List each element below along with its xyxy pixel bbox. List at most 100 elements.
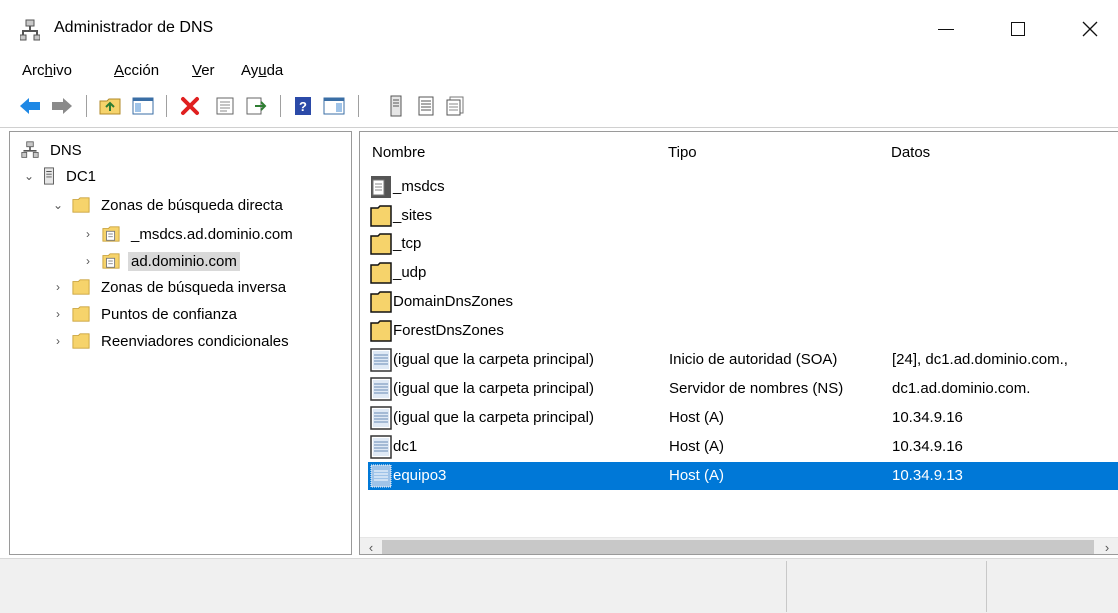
folder-icon: [370, 205, 392, 227]
content-divider: [0, 127, 1118, 128]
row-name: equipo3: [393, 467, 447, 484]
tree-label-zone-ad: ad.dominio.com: [128, 251, 240, 271]
folder-up-icon: [99, 98, 121, 115]
minimize-button[interactable]: [918, 0, 974, 58]
row-name: _tcp: [393, 235, 422, 252]
record-icon: [370, 406, 392, 430]
collapsed-chevron-icon[interactable]: ›: [80, 253, 96, 269]
column-header-type[interactable]: Tipo: [668, 144, 697, 161]
title-bar: Administrador de DNS: [0, 0, 1118, 58]
collapsed-chevron-icon[interactable]: ›: [50, 306, 66, 322]
collapsed-chevron-icon[interactable]: ›: [50, 333, 66, 349]
zone-button[interactable]: [443, 94, 467, 118]
record-icon: [370, 435, 392, 459]
tree-node-dc1[interactable]: ⌄ DC1: [21, 164, 99, 188]
tree-label-trust-points: Puntos de confianza: [101, 305, 237, 323]
record-list-icon: [418, 96, 434, 116]
row-data: [24], dc1.ad.dominio.com.,: [892, 351, 1068, 368]
folder-icon: [370, 320, 392, 342]
record-button[interactable]: [414, 94, 438, 118]
minimize-icon: [938, 28, 954, 30]
row-name: _sites: [393, 207, 433, 224]
list-row[interactable]: _msdcs: [368, 173, 1118, 201]
menu-archivo-text-1: Arc: [22, 62, 45, 79]
list-row[interactable]: _sites: [368, 202, 1118, 230]
folder-icon: [370, 262, 392, 284]
menu-bar: Archivo Acción Ver Ayuda: [0, 58, 1118, 86]
row-type: Host (A): [669, 467, 725, 484]
list-row[interactable]: _tcp: [368, 230, 1118, 258]
scroll-left-icon[interactable]: ‹: [362, 538, 380, 555]
console-tree-icon: [132, 97, 154, 115]
record-icon: [370, 464, 392, 488]
row-type: Host (A): [669, 438, 725, 455]
folder-icon: [370, 233, 392, 255]
action-pane-icon: [323, 97, 345, 115]
show-action-pane-button[interactable]: [322, 94, 346, 118]
results-list[interactable]: Nombre Tipo Datos _msdcs _sites _tcp _ud…: [359, 131, 1118, 555]
help-button[interactable]: ?: [291, 94, 315, 118]
properties-button[interactable]: [213, 94, 237, 118]
tree-node-zone-msdcs[interactable]: › _msdcs.ad.dominio.com: [80, 222, 296, 246]
tree-node-reverse-zones[interactable]: › Zonas de búsqueda inversa: [50, 275, 289, 299]
collapsed-chevron-icon[interactable]: ›: [50, 279, 66, 295]
folder-icon: [72, 333, 90, 349]
console-tree[interactable]: DNS ⌄ DC1 ⌄ Zonas de búsqueda directa › …: [9, 131, 352, 555]
list-row[interactable]: dc1 Host (A) 10.34.9.16: [368, 433, 1118, 461]
maximize-button[interactable]: [990, 0, 1046, 58]
zone-folder-icon: [371, 176, 391, 198]
folder-icon: [72, 279, 90, 295]
status-separator: [786, 561, 787, 612]
list-row[interactable]: DomainDnsZones: [368, 288, 1118, 316]
server-button[interactable]: [384, 94, 408, 118]
list-row[interactable]: _udp: [368, 259, 1118, 287]
forward-button[interactable]: [50, 94, 74, 118]
tree-label-reverse-zones: Zonas de búsqueda inversa: [101, 278, 287, 296]
row-name: DomainDnsZones: [393, 293, 514, 310]
menu-ver-accesskey: V: [192, 62, 202, 79]
tree-label-conditional-forwarders: Reenviadores condicionales: [101, 332, 289, 350]
column-header-data[interactable]: Datos: [891, 144, 930, 161]
tree-node-dns[interactable]: DNS: [21, 138, 85, 162]
menu-accion[interactable]: Acción: [114, 62, 159, 79]
list-row[interactable]: (igual que la carpeta principal) Host (A…: [368, 404, 1118, 432]
row-type: Inicio de autoridad (SOA): [669, 351, 838, 368]
up-level-button[interactable]: [98, 94, 122, 118]
close-button[interactable]: [1062, 0, 1118, 58]
menu-ver[interactable]: Ver: [192, 62, 215, 79]
list-row[interactable]: ForestDnsZones: [368, 317, 1118, 345]
list-row-selected[interactable]: equipo3 Host (A) 10.34.9.13: [368, 462, 1118, 490]
list-row[interactable]: (igual que la carpeta principal) Inicio …: [368, 346, 1118, 374]
help-icon: ?: [295, 97, 311, 115]
scroll-thumb[interactable]: [382, 540, 1094, 554]
menu-ver-text-2: er: [201, 62, 215, 79]
expanded-chevron-icon[interactable]: ⌄: [21, 168, 37, 184]
dns-manager-icon: [20, 19, 40, 41]
tree-node-forward-zones[interactable]: ⌄ Zonas de búsqueda directa: [50, 193, 286, 217]
back-button[interactable]: [18, 94, 42, 118]
show-hide-console-tree-button[interactable]: [131, 94, 155, 118]
tree-node-trust-points[interactable]: › Puntos de confianza: [50, 302, 240, 326]
tree-node-conditional-forwarders[interactable]: › Reenviadores condicionales: [50, 329, 292, 353]
row-name: _udp: [393, 264, 427, 281]
delete-x-icon: [181, 97, 199, 115]
row-name: (igual que la carpeta principal): [393, 351, 594, 368]
tree-label-forward-zones: Zonas de búsqueda directa: [101, 196, 283, 214]
menu-ayuda[interactable]: Ayuda: [241, 62, 283, 79]
expanded-chevron-icon[interactable]: ⌄: [50, 197, 66, 213]
menu-archivo-text-2: ivo: [52, 62, 73, 79]
export-list-button[interactable]: [244, 94, 268, 118]
collapsed-chevron-icon[interactable]: ›: [80, 226, 96, 242]
server-icon: [44, 167, 54, 185]
delete-button[interactable]: [178, 94, 202, 118]
menu-accion-accesskey: A: [114, 62, 125, 79]
toolbar-separator: [280, 95, 281, 117]
tree-node-zone-ad[interactable]: › ad.dominio.com: [80, 249, 240, 273]
list-row[interactable]: (igual que la carpeta principal) Servido…: [368, 375, 1118, 403]
tree-label-zone-msdcs: _msdcs.ad.dominio.com: [131, 225, 293, 243]
scroll-right-icon[interactable]: ›: [1098, 538, 1116, 555]
column-header-name[interactable]: Nombre: [372, 144, 425, 161]
dns-icon: [21, 141, 39, 158]
horizontal-scrollbar[interactable]: ‹ ›: [360, 537, 1118, 555]
menu-archivo[interactable]: Archivo: [22, 62, 72, 79]
